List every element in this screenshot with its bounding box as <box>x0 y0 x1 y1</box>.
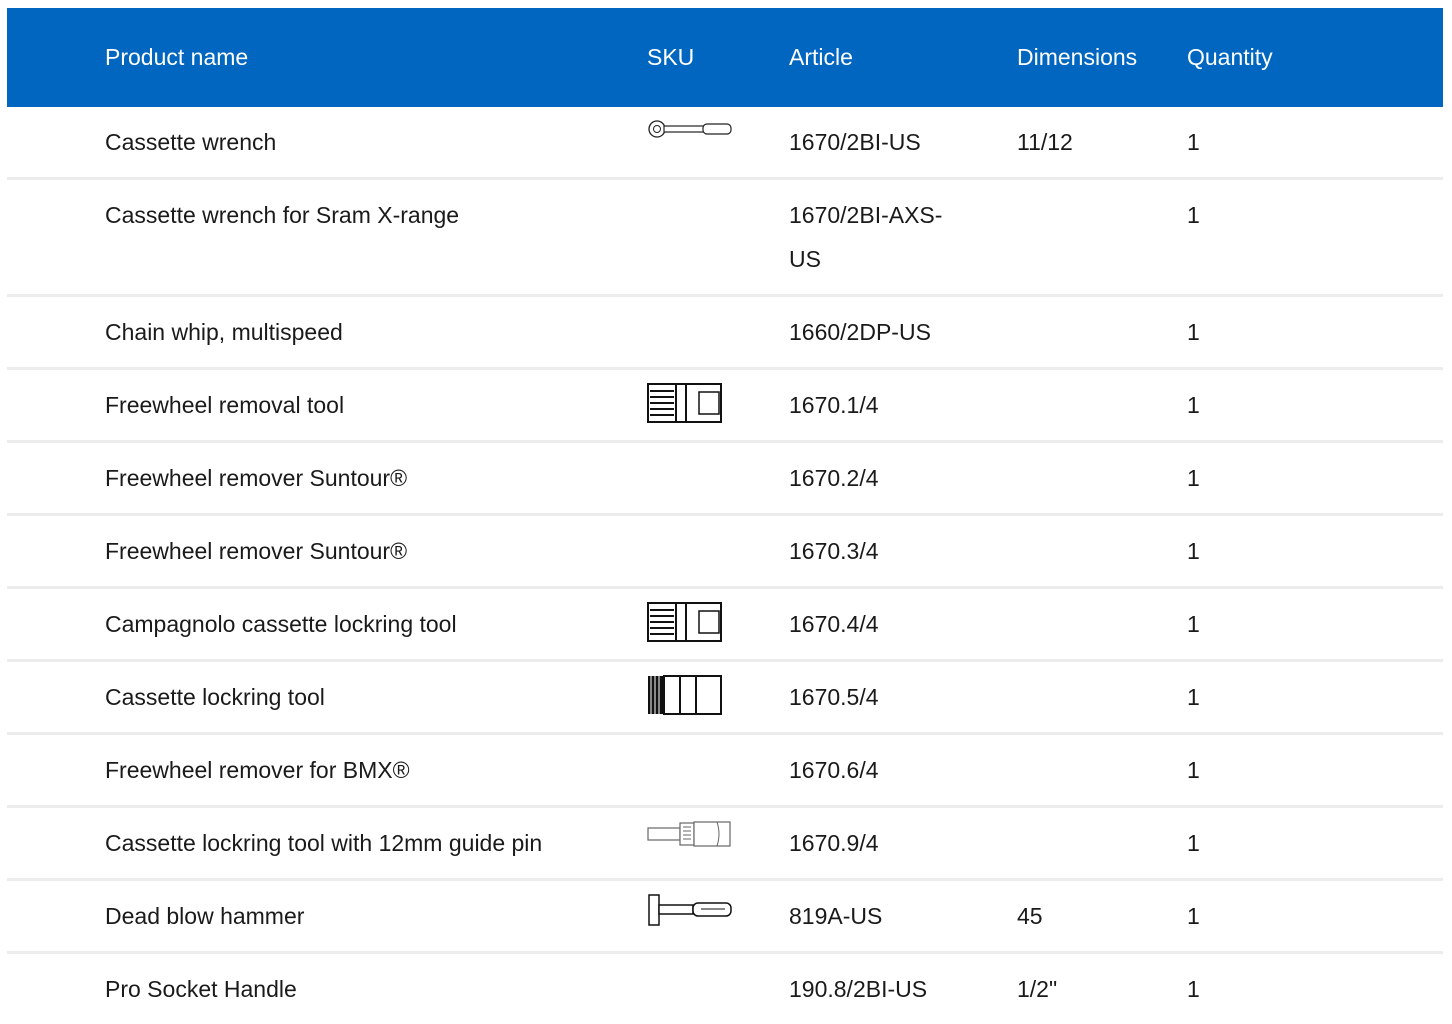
header-article[interactable]: Article <box>789 44 1017 71</box>
table-row[interactable]: Freewheel remover Suntour® 1670.3/4 1 <box>7 516 1443 589</box>
dimensions-cell: 1/2" <box>1017 976 1058 1002</box>
table-row[interactable]: Chain whip, multispeed 1660/2DP-US 1 <box>7 297 1443 370</box>
article-cell: 1670.3/4 <box>789 516 1017 586</box>
article-cell: 1660/2DP-US <box>789 297 1017 367</box>
article-cell: 1670.1/4 <box>789 370 1017 440</box>
table-row[interactable]: Freewheel removal tool 1670.1/4 1 <box>7 370 1443 443</box>
dimensions-cell: 45 <box>1017 903 1043 929</box>
table-row[interactable]: Dead blow hammer 819A-US 45 1 <box>7 881 1443 954</box>
quantity-cell: 1 <box>1187 976 1200 1002</box>
sku-cell <box>647 954 789 998</box>
article-value: 819A-US <box>789 903 883 929</box>
sku-cell <box>647 443 789 487</box>
article-cell: 1670.4/4 <box>789 589 1017 659</box>
article-value: 1670/2BI-AXS- <box>789 202 943 228</box>
header-sku[interactable]: SKU <box>647 44 789 71</box>
sku-cell <box>647 589 789 642</box>
product-name-cell: Cassette lockring tool with 12mm guide p… <box>105 830 543 856</box>
sku-cell <box>647 107 789 151</box>
article-cell: 1670.2/4 <box>789 443 1017 513</box>
article-value: 1670/2BI-US <box>789 129 921 155</box>
sku-cell <box>647 297 789 341</box>
article-cell: 1670/2BI-US <box>789 107 1017 177</box>
article-value: 1670.2/4 <box>789 465 879 491</box>
socket-tool-icon[interactable] <box>647 382 723 424</box>
product-name-cell: Chain whip, multispeed <box>105 319 343 345</box>
sku-cell <box>647 180 789 224</box>
article-cell: 1670.5/4 <box>789 662 1017 732</box>
article-value: 1670.3/4 <box>789 538 879 564</box>
article-value: 1670.9/4 <box>789 830 879 856</box>
dimensions-cell <box>1017 297 1187 323</box>
socket-tool-icon[interactable] <box>647 601 723 643</box>
article-value-line2: US <box>789 246 821 272</box>
wrench-icon[interactable] <box>647 119 733 139</box>
dimensions-cell <box>1017 662 1187 688</box>
dimensions-cell: 11/12 <box>1017 129 1073 155</box>
table-row[interactable]: Cassette lockring tool 1670.5/4 1 <box>7 662 1443 735</box>
header-quantity[interactable]: Quantity <box>1187 44 1337 71</box>
header-dimensions[interactable]: Dimensions <box>1017 44 1187 71</box>
article-value: 1670.4/4 <box>789 611 879 637</box>
quantity-cell: 1 <box>1187 830 1200 856</box>
dimensions-cell <box>1017 735 1187 761</box>
table-row[interactable]: Freewheel remover Suntour® 1670.2/4 1 <box>7 443 1443 516</box>
sku-cell <box>647 370 789 423</box>
article-cell: 1670.6/4 <box>789 735 1017 805</box>
dimensions-cell <box>1017 516 1187 542</box>
quantity-cell: 1 <box>1187 202 1200 228</box>
quantity-cell: 1 <box>1187 611 1200 637</box>
sku-cell <box>647 735 789 779</box>
quantity-cell: 1 <box>1187 129 1200 155</box>
product-name-cell: Freewheel removal tool <box>105 392 345 418</box>
table-row[interactable]: Cassette wrench for Sram X-range 1670/2BI… <box>7 180 1443 297</box>
table-row[interactable]: Freewheel remover for BMX® 1670.6/4 1 <box>7 735 1443 808</box>
quantity-cell: 1 <box>1187 465 1200 491</box>
sku-cell <box>647 662 789 715</box>
table-row[interactable]: Cassette lockring tool with 12mm guide p… <box>7 808 1443 881</box>
dimensions-cell <box>1017 443 1187 469</box>
article-cell: 1670/2BI-AXS- US <box>789 180 1017 294</box>
product-name-cell: Freewheel remover Suntour® <box>105 538 408 564</box>
article-cell: 1670.9/4 <box>789 808 1017 878</box>
hammer-icon[interactable] <box>647 893 733 927</box>
article-value: 1660/2DP-US <box>789 319 931 345</box>
quantity-cell: 1 <box>1187 684 1200 710</box>
product-name-cell: Freewheel remover Suntour® <box>105 465 408 491</box>
quantity-cell: 1 <box>1187 392 1200 418</box>
table-header: Product name SKU Article Dimensions Quan… <box>7 8 1443 107</box>
sku-cell <box>647 881 789 927</box>
article-cell: 819A-US <box>789 881 1017 951</box>
article-cell: 190.8/2BI-US <box>789 954 1017 1024</box>
article-value: 1670.6/4 <box>789 757 879 783</box>
product-name-cell: Cassette wrench for Sram X-range <box>105 202 460 228</box>
dimensions-cell <box>1017 808 1187 834</box>
product-name-cell: Cassette lockring tool <box>105 684 325 710</box>
product-name-cell: Freewheel remover for BMX® <box>105 757 410 783</box>
sku-cell <box>647 808 789 852</box>
dimensions-cell <box>1017 180 1187 206</box>
table-row[interactable]: Campagnolo cassette lockring tool 1670.4… <box>7 589 1443 662</box>
product-table: Product name SKU Article Dimensions Quan… <box>7 8 1443 1024</box>
product-name-cell: Dead blow hammer <box>105 903 305 929</box>
article-value: 1670.5/4 <box>789 684 879 710</box>
splined-socket-icon[interactable] <box>647 674 723 716</box>
quantity-cell: 1 <box>1187 538 1200 564</box>
dimensions-cell <box>1017 370 1187 396</box>
product-name-cell: Pro Socket Handle <box>105 976 297 1002</box>
table-row[interactable]: Pro Socket Handle 190.8/2BI-US 1/2" 1 <box>7 954 1443 1024</box>
table-row[interactable]: Cassette wrench 1670/2BI-US 11/12 1 <box>7 107 1443 180</box>
sku-cell <box>647 516 789 560</box>
table-body: Cassette wrench 1670/2BI-US 11/12 1 Cassett… <box>7 107 1443 1024</box>
guide-pin-tool-icon[interactable] <box>647 820 733 850</box>
article-value: 190.8/2BI-US <box>789 976 928 1002</box>
quantity-cell: 1 <box>1187 319 1200 345</box>
product-name-cell: Cassette wrench <box>105 129 277 155</box>
header-product-name[interactable]: Product name <box>7 44 647 71</box>
dimensions-cell <box>1017 589 1187 615</box>
quantity-cell: 1 <box>1187 903 1200 929</box>
quantity-cell: 1 <box>1187 757 1200 783</box>
article-value: 1670.1/4 <box>789 392 879 418</box>
product-name-cell: Campagnolo cassette lockring tool <box>105 611 457 637</box>
